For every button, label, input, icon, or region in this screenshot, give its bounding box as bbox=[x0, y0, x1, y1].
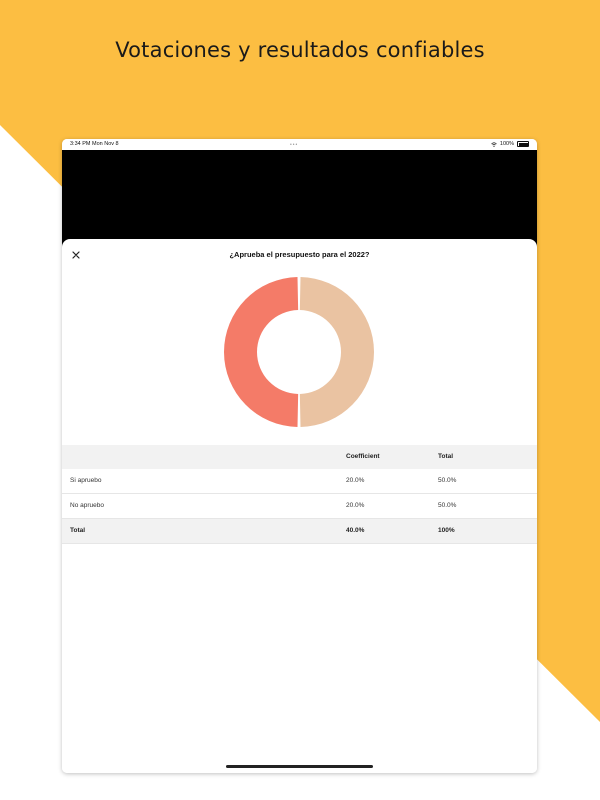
header-total: Total bbox=[438, 453, 454, 460]
total-coefficient: 40.0% bbox=[346, 527, 365, 534]
row-total: 50.0% bbox=[438, 477, 457, 484]
row-total: 50.0% bbox=[438, 502, 457, 509]
header-coefficient: Coefficient bbox=[346, 453, 380, 460]
donut-slice-no-apruebo bbox=[299, 277, 374, 427]
results-table: Coefficient Total Si apruebo 20.0% 50.0%… bbox=[62, 445, 537, 544]
donut-chart bbox=[224, 277, 374, 427]
home-indicator bbox=[226, 765, 373, 768]
wifi-icon bbox=[491, 141, 497, 147]
results-sheet: ¿Aprueba el presupuesto para el 2022? Co… bbox=[62, 239, 537, 773]
row-coefficient: 20.0% bbox=[346, 477, 365, 484]
status-right: 100% bbox=[491, 141, 529, 147]
table-header-row: Coefficient Total bbox=[62, 445, 537, 469]
battery-percent: 100% bbox=[499, 141, 514, 147]
row-label: No apruebo bbox=[70, 502, 104, 509]
status-time: 3:34 PM Mon Nov 8 bbox=[70, 141, 119, 147]
multitask-dots-icon: ••• bbox=[290, 142, 299, 148]
poll-title: ¿Aprueba el presupuesto para el 2022? bbox=[229, 250, 370, 259]
promo-headline: Votaciones y resultados confiables bbox=[115, 38, 485, 62]
row-label: Si apruebo bbox=[70, 477, 102, 484]
battery-icon bbox=[517, 141, 529, 147]
total-total: 100% bbox=[438, 527, 455, 534]
row-coefficient: 20.0% bbox=[346, 502, 365, 509]
table-row: Si apruebo 20.0% 50.0% bbox=[62, 469, 537, 494]
tablet-screen: 3:34 PM Mon Nov 8 ••• 100% ¿Aprueba el p… bbox=[62, 139, 537, 773]
table-row: No apruebo 20.0% 50.0% bbox=[62, 494, 537, 519]
table-total-row: Total 40.0% 100% bbox=[62, 519, 537, 544]
donut-slice-si-apruebo bbox=[224, 277, 299, 427]
total-label: Total bbox=[70, 527, 86, 534]
status-bar: 3:34 PM Mon Nov 8 ••• 100% bbox=[62, 139, 537, 150]
